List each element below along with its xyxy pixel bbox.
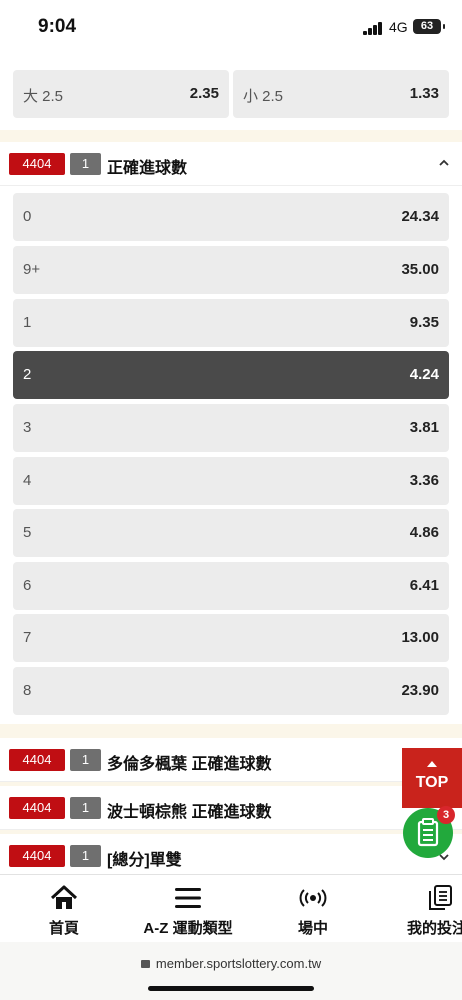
score-option-row[interactable]: 8 23.90 (13, 667, 449, 715)
section-divider (0, 724, 462, 738)
over-under-row: 大 2.5 2.35 小 2.5 1.33 (13, 70, 449, 118)
lock-icon (140, 960, 150, 968)
score-odds: 4.86 (409, 524, 439, 541)
score-label: 4 (23, 472, 32, 489)
option-odds: 1.33 (409, 85, 439, 102)
score-option-row[interactable]: 6 6.41 (13, 562, 449, 610)
score-odds: 35.00 (401, 261, 439, 278)
over-2-5-option[interactable]: 大 2.5 2.35 (13, 70, 229, 118)
under-2-5-option[interactable]: 小 2.5 1.33 (233, 70, 449, 118)
status-bar: 9:04 4G 63 (0, 0, 462, 56)
network-type: 4G (389, 19, 408, 35)
score-label: 0 (23, 208, 32, 225)
status-time: 9:04 (38, 16, 77, 37)
score-option-row[interactable]: 4 3.36 (13, 457, 449, 505)
score-label: 2 (23, 366, 32, 383)
option-odds: 2.35 (189, 85, 219, 102)
scroll-top-label: TOP (415, 774, 449, 791)
nav-label: 我的投注 (407, 920, 462, 937)
score-option-row[interactable]: 3 3.81 (13, 404, 449, 452)
score-odds: 6.41 (409, 577, 439, 594)
battery-icon: 63 (413, 19, 445, 34)
market-num-badge: 1 (70, 797, 101, 819)
nav-home[interactable]: 首頁 (24, 875, 104, 943)
market-title: 波士頓棕熊 正確進球數 (107, 804, 272, 821)
option-label: 大 2.5 (23, 88, 64, 105)
market-header-toronto-correct-score[interactable]: 4404 1 多倫多楓葉 正確進球數 (0, 738, 462, 782)
market-header-total-odd-even[interactable]: 4404 1 [總分]單雙 (0, 834, 462, 874)
nav-label: 場中 (297, 920, 328, 937)
score-label: 9+ (23, 261, 41, 278)
score-option-row[interactable]: 5 4.86 (13, 509, 449, 557)
score-label: 7 (23, 629, 32, 646)
score-odds: 24.34 (401, 208, 439, 225)
scroll-top-button[interactable]: TOP (402, 748, 462, 808)
market-num-badge: 1 (70, 845, 101, 867)
score-option-row[interactable]: 7 13.00 (13, 614, 449, 662)
home-icon (50, 885, 78, 909)
score-option-row[interactable]: 0 24.34 (13, 193, 449, 241)
chevron-up-icon[interactable] (437, 156, 451, 170)
score-label: 6 (23, 577, 32, 594)
market-code-badge: 4404 (9, 845, 65, 867)
score-odds: 3.36 (409, 472, 439, 489)
score-option-row[interactable]: 9+ 35.00 (13, 246, 449, 294)
market-code-badge: 4404 (9, 797, 65, 819)
score-odds: 13.00 (401, 629, 439, 646)
score-odds: 9.35 (409, 314, 439, 331)
address-text: member.sportslottery.com.tw (0, 956, 462, 971)
nav-a-z-sports[interactable]: A-Z 運動類型 (133, 875, 243, 943)
arrow-up-icon (427, 761, 437, 767)
nav-live[interactable]: 場中 (278, 875, 348, 943)
market-list: 大 2.5 2.35 小 2.5 1.33 4404 1 正確進球數 0 24.… (0, 56, 462, 874)
option-label: 小 2.5 (243, 88, 284, 105)
score-odds: 3.81 (409, 419, 439, 436)
nav-my-bets[interactable]: 我的投注 (404, 875, 462, 943)
market-header-boston-correct-score[interactable]: 4404 1 波士頓棕熊 正確進球數 (0, 786, 462, 830)
market-num-badge: 1 (70, 749, 101, 771)
bet-slip-count-badge: 3 (437, 806, 455, 824)
signal-icon (363, 22, 385, 35)
browser-address-bar[interactable]: member.sportslottery.com.tw (0, 942, 462, 1000)
market-num-badge: 1 (70, 153, 101, 175)
market-code-badge: 4404 (9, 749, 65, 771)
score-option-row-selected[interactable]: 2 4.24 (13, 351, 449, 399)
nav-label: A-Z 運動類型 (143, 920, 233, 937)
market-title: [總分]單雙 (107, 852, 182, 869)
home-indicator[interactable] (148, 986, 314, 991)
market-code-badge: 4404 (9, 153, 65, 175)
score-label: 1 (23, 314, 32, 331)
score-label: 3 (23, 419, 32, 436)
score-odds: 4.24 (409, 366, 439, 383)
score-label: 5 (23, 524, 32, 541)
market-title: 多倫多楓葉 正確進球數 (107, 756, 272, 773)
my-bets-icon (429, 885, 452, 910)
market-title: 正確進球數 (107, 160, 188, 177)
url-text: member.sportslottery.com.tw (155, 956, 322, 971)
score-odds: 23.90 (401, 682, 439, 699)
menu-icon (175, 888, 201, 908)
score-label: 8 (23, 682, 32, 699)
nav-label: 首頁 (48, 920, 79, 937)
score-option-row[interactable]: 1 9.35 (13, 299, 449, 347)
live-broadcast-icon (299, 889, 327, 907)
bottom-nav: 首頁 A-Z 運動類型 場中 我的投注 (0, 874, 462, 942)
market-header-correct-score[interactable]: 4404 1 正確進球數 (0, 142, 462, 186)
